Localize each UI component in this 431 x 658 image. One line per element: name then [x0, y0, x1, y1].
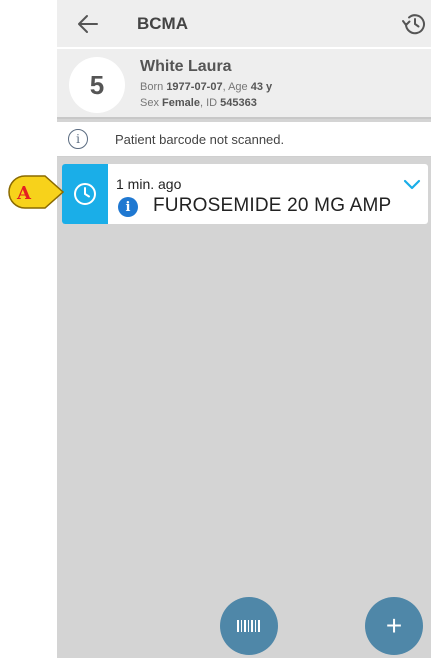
expand-button[interactable]: [402, 178, 422, 192]
id-label: , ID: [199, 97, 218, 109]
arrow-left-icon: [78, 15, 98, 33]
bed-number-badge: 5: [69, 57, 125, 113]
status-strip: [62, 164, 108, 224]
notice-text: Patient barcode not scanned.: [115, 132, 285, 147]
id-value: 545363: [220, 97, 257, 109]
scan-barcode-button[interactable]: [220, 597, 278, 655]
callout-label: A: [17, 183, 31, 204]
barcode-icon: [237, 620, 260, 632]
patient-birth-age: Born 1977-07-07, Age 43 y: [140, 81, 272, 93]
barcode-notice: i Patient barcode not scanned.: [57, 122, 431, 157]
history-icon: [402, 14, 425, 35]
clock-icon: [74, 183, 96, 205]
patient-header[interactable]: 5 White Laura Born 1977-07-07, Age 43 y …: [57, 47, 431, 119]
administration-time: 1 min. ago: [116, 176, 182, 192]
age-value: 43 y: [250, 81, 273, 93]
top-app-bar: BCMA: [57, 0, 431, 47]
patient-name: White Laura: [140, 58, 232, 75]
drug-name: FUROSEMIDE 20 MG AMP: [153, 195, 392, 216]
app-screen: BCMA 5 White Laura Born 1977-07-07, Age …: [57, 0, 431, 658]
sex-value: Female: [162, 97, 200, 109]
administration-card[interactable]: 1 min. ago i FUROSEMIDE 20 MG AMP: [62, 164, 428, 224]
age-label: , Age: [222, 81, 248, 93]
patient-sex-id: Sex Female, ID 545363: [140, 97, 257, 109]
history-button[interactable]: [400, 10, 428, 38]
page-title: BCMA: [137, 14, 188, 33]
sex-label: Sex: [140, 97, 159, 109]
info-icon[interactable]: i: [118, 197, 138, 217]
born-value: 1977-07-07: [166, 81, 223, 93]
back-button[interactable]: [75, 12, 101, 36]
info-outline-icon: i: [68, 129, 88, 149]
plus-icon: +: [385, 610, 403, 641]
chevron-down-icon: [403, 179, 421, 190]
add-button[interactable]: +: [365, 597, 423, 655]
born-label: Born: [140, 81, 164, 93]
